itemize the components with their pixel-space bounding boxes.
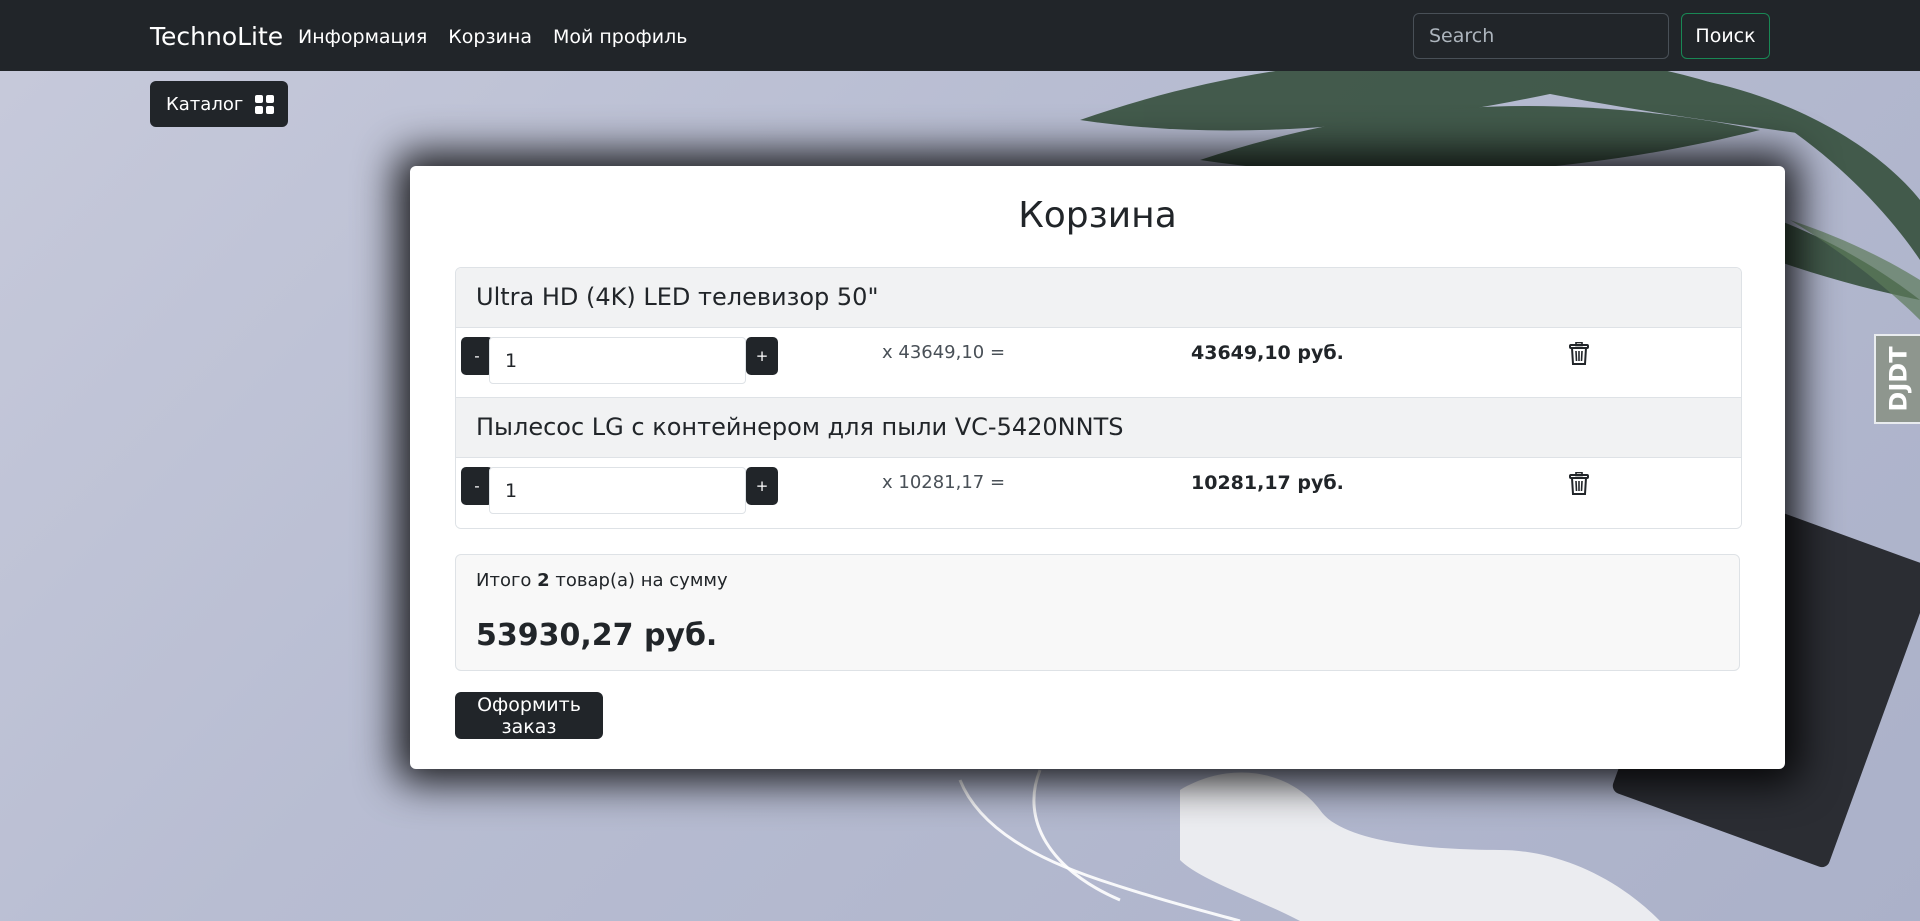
summary-total: 53930,27 руб. xyxy=(476,618,718,653)
quantity-input[interactable] xyxy=(489,337,746,384)
quantity-input[interactable] xyxy=(489,467,746,514)
summary-line: Итого 2 товар(а) на сумму xyxy=(476,569,728,593)
summary-count: 2 xyxy=(537,570,550,591)
cart-item-name: Ultra HD (4K) LED телевизор 50" xyxy=(476,283,879,311)
increase-quantity-button[interactable]: + xyxy=(746,467,778,505)
increase-quantity-button[interactable]: + xyxy=(746,337,778,375)
page-title: Корзина xyxy=(1018,195,1177,236)
checkout-button[interactable]: Оформить заказ xyxy=(455,692,603,739)
line-total: 10281,17 руб. xyxy=(1191,472,1344,494)
order-summary: Итого 2 товар(а) на сумму 53930,27 руб. xyxy=(455,554,1740,671)
nav-links: Информация Корзина Мой профиль xyxy=(298,25,708,49)
unit-price: x 43649,10 = xyxy=(882,342,1006,363)
line-total: 43649,10 руб. xyxy=(1191,342,1344,364)
summary-prefix: Итого xyxy=(476,570,538,591)
nav-link-profile[interactable]: Мой профиль xyxy=(553,25,687,49)
summary-suffix: товар(а) на сумму xyxy=(549,570,728,591)
debug-toolbar-handle[interactable]: DJDT xyxy=(1874,334,1920,424)
trash-icon[interactable] xyxy=(1566,341,1592,368)
navbar: TechnoLite Информация Корзина Мой профил… xyxy=(0,0,1920,71)
cart-item-header: Ultra HD (4K) LED телевизор 50" xyxy=(456,268,1741,328)
cart-item-header: Пылесос LG с контейнером для пыли VC-542… xyxy=(456,398,1741,458)
brand-link[interactable]: TechnoLite xyxy=(150,22,283,52)
cart-item-row: - + x 43649,10 = 43649,10 руб. xyxy=(456,328,1741,398)
catalog-button-label: Каталог xyxy=(166,93,244,115)
nav-link-info[interactable]: Информация xyxy=(298,25,427,49)
cart-card: Корзина Ultra HD (4K) LED телевизор 50" … xyxy=(410,166,1785,769)
search-button[interactable]: Поиск xyxy=(1681,13,1770,59)
cart-item-row: - + x 10281,17 = 10281,17 руб. xyxy=(456,458,1741,528)
trash-icon[interactable] xyxy=(1566,471,1592,498)
unit-price: x 10281,17 = xyxy=(882,472,1006,493)
cart-item-name: Пылесос LG с контейнером для пыли VC-542… xyxy=(476,413,1124,441)
nav-link-cart[interactable]: Корзина xyxy=(448,25,532,49)
debug-toolbar-label: DJDT xyxy=(1885,346,1913,412)
grid-icon xyxy=(255,94,275,114)
catalog-button[interactable]: Каталог xyxy=(150,81,288,127)
search-input[interactable] xyxy=(1413,13,1669,59)
cart-item-list: Ultra HD (4K) LED телевизор 50" - + x 43… xyxy=(455,267,1742,529)
